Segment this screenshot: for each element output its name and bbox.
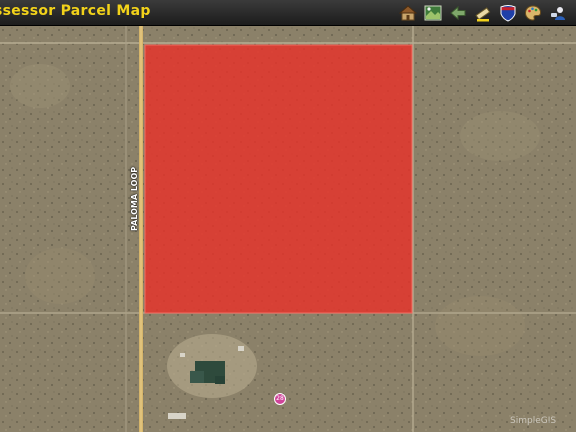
aerial-photo-icon[interactable] [422,2,443,23]
toolbar: ssessor Parcel Map [0,0,576,26]
aerial-map[interactable]: PALOMA LOOP oda SimpleGIS 28 [0,26,576,432]
back-arrow-icon[interactable] [447,2,468,23]
road-label: PALOMA LOOP [130,166,139,231]
toolbar-tools [397,2,568,23]
assessor-parcel-map-app: ssessor Parcel Map PALOMA LOOP SimpleGIS… [0,0,576,432]
palette-icon[interactable] [522,2,543,23]
page-title: ssessor Parcel Map [0,3,151,19]
watermark: SimpleGIS [510,416,557,426]
aerial-imagery [0,26,576,432]
map-marker[interactable]: 28 [274,393,286,405]
user-icon[interactable] [547,2,568,23]
edit-pencil-icon[interactable] [472,2,493,23]
house-icon[interactable] [397,2,418,23]
interstate-shield-icon[interactable] [497,2,518,23]
